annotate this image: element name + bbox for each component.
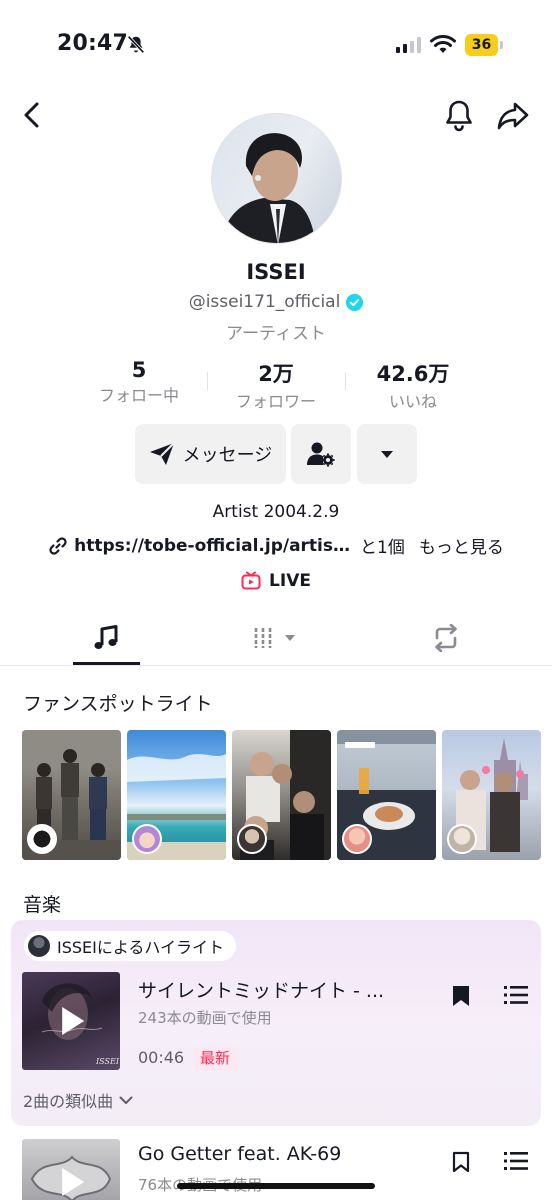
profile-bio: Artist 2004.2.9 <box>212 502 340 522</box>
song-cover[interactable]: ISSEI <box>22 972 120 1070</box>
highlight-avatar <box>28 935 50 957</box>
status-bar: 20:47 36 <box>0 0 552 90</box>
profile-link-url[interactable]: https://tobe-official.jp/artis… <box>74 536 350 556</box>
stat-following-label: フォロー中 <box>98 386 179 405</box>
notification-bell-icon[interactable] <box>443 98 475 132</box>
live-label: LIVE <box>269 571 311 591</box>
battery-icon: 36 <box>465 34 503 56</box>
person-gear-icon <box>307 442 335 467</box>
stat-followers[interactable]: 2万 フォロワー <box>228 358 324 412</box>
bell-off-icon <box>127 35 145 54</box>
spotlight-video[interactable] <box>232 730 331 860</box>
fan-spotlight-title: ファンスポットライト <box>23 693 213 715</box>
profile-handle: @issei171_official <box>188 292 341 312</box>
tab-reposts[interactable] <box>354 610 538 666</box>
stat-followers-label: フォロワー <box>235 392 316 411</box>
creator-avatar <box>132 824 162 854</box>
message-button[interactable]: メッセージ <box>135 424 286 484</box>
link-icon <box>49 536 67 555</box>
message-button-label: メッセージ <box>182 445 273 466</box>
song-duration: 00:46 <box>138 1048 185 1067</box>
send-icon <box>149 442 175 465</box>
creator-avatar <box>447 824 477 854</box>
spotlight-video[interactable] <box>337 730 436 860</box>
spotlight-video[interactable] <box>442 730 541 860</box>
tab-active-indicator <box>73 662 140 665</box>
stat-following-value: 5 <box>131 358 147 382</box>
playlist-menu-icon[interactable] <box>504 1151 528 1171</box>
profile-category: アーティスト <box>226 324 326 344</box>
back-icon[interactable] <box>18 100 46 130</box>
verified-badge-icon <box>346 293 364 311</box>
spotlight-video[interactable] <box>22 730 121 860</box>
play-icon[interactable] <box>62 1168 85 1197</box>
grid-dropdown-icon <box>254 628 295 648</box>
live-row[interactable]: LIVE <box>0 571 552 591</box>
bookmark-outline-icon[interactable] <box>451 1150 471 1174</box>
stat-divider <box>207 372 208 390</box>
tab-videos-grid[interactable] <box>184 610 368 666</box>
fan-spotlight-row <box>22 730 541 860</box>
live-tv-icon <box>241 571 261 590</box>
song-title[interactable]: サイレントミッドナイト - ... <box>138 976 384 1003</box>
new-badge: 最新 <box>194 1047 237 1070</box>
avatar-photo <box>220 133 316 243</box>
friend-settings-button[interactable] <box>291 424 351 484</box>
stat-likes-label: いいね <box>388 392 437 411</box>
caret-down-icon <box>381 450 393 458</box>
song2-title[interactable]: Go Getter feat. AK-69 <box>138 1143 341 1165</box>
repost-icon <box>435 624 457 652</box>
signal-icon <box>396 37 421 53</box>
profile-avatar[interactable] <box>211 113 342 244</box>
see-more-link[interactable]: もっと見る <box>419 533 504 558</box>
svg-text:ISSEI: ISSEI <box>95 1057 120 1066</box>
more-dropdown-button[interactable] <box>357 424 417 484</box>
share-icon[interactable] <box>496 98 530 132</box>
profile-tabs <box>0 610 552 666</box>
similar-songs-label: 2曲の類似曲 <box>23 1092 114 1111</box>
home-indicator[interactable] <box>177 1183 375 1189</box>
similar-songs-toggle[interactable]: 2曲の類似曲 <box>23 1088 133 1112</box>
wifi-icon <box>430 35 456 53</box>
creator-avatar <box>237 824 267 854</box>
stat-likes[interactable]: 42.6万 いいね <box>363 358 463 412</box>
highlight-pill-label: ISSEIによるハイライト <box>57 938 225 957</box>
song2-cover[interactable] <box>22 1139 120 1200</box>
creator-avatar <box>27 824 57 854</box>
stat-followers-value: 2万 <box>258 362 294 386</box>
status-time: 20:47 <box>57 31 129 56</box>
highlight-pill: ISSEIによるハイライト <box>24 931 237 961</box>
spotlight-video[interactable] <box>127 730 226 860</box>
playlist-menu-icon[interactable] <box>504 985 528 1005</box>
song-usage: 243本の動画で使用 <box>138 1009 272 1027</box>
creator-avatar <box>342 824 372 854</box>
battery-level: 36 <box>465 34 498 56</box>
play-icon[interactable] <box>62 1007 85 1035</box>
chevron-down-icon <box>119 1096 133 1104</box>
handle-row: @issei171_official <box>0 292 552 312</box>
stat-following[interactable]: 5 フォロー中 <box>93 358 185 406</box>
profile-link-count[interactable]: と1個 <box>360 533 405 558</box>
music-section-title: 音楽 <box>23 894 62 916</box>
bookmark-icon[interactable] <box>451 984 471 1008</box>
profile-name: ISSEI <box>246 260 306 284</box>
music-highlight-card[interactable]: ISSEIによるハイライト ISSEI サイレントミッドナイト - ... 24… <box>11 920 541 1126</box>
stat-likes-value: 42.6万 <box>376 362 450 386</box>
profile-link-row[interactable]: https://tobe-official.jp/artis… と1個 もっと見… <box>0 533 552 558</box>
music-note-icon <box>94 625 118 649</box>
stat-divider <box>345 372 346 390</box>
tab-music[interactable] <box>14 610 198 666</box>
